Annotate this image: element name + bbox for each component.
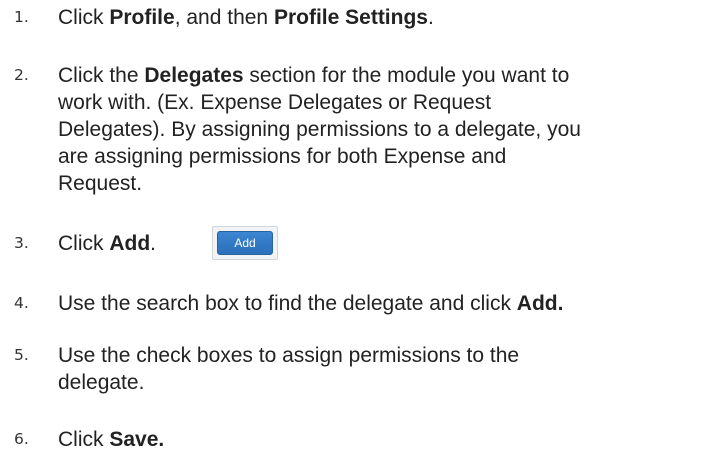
step-number: 6. [14,430,29,448]
add-term: Add [109,232,151,255]
add-button-label: Add [217,231,273,255]
profile-settings-term: Profile Settings [273,6,428,29]
step-text: Click Add. [58,232,157,255]
step-text: Use the search box to find the delegate … [58,292,564,315]
profile-term: Profile [109,6,175,29]
step-6: 6. Click Save. [0,426,712,456]
step-text: Click Save. [58,428,165,451]
step-3: 3. Click Add. Add [0,226,712,266]
step-number: 2. [14,66,29,84]
step-4: 4. Use the search box to find the delega… [0,290,712,320]
step-number: 1. [14,8,29,26]
step-number: 4. [14,294,29,312]
step-number: 5. [14,346,29,364]
step-5: 5. Use the check boxes to assign permiss… [0,342,712,398]
save-term: Save. [109,428,165,451]
step-text: Use the check boxes to assign permission… [58,344,520,394]
add-button-illustration: Add [212,226,278,260]
add-term: Add. [516,292,564,315]
delegates-term: Delegates [144,64,244,87]
step-1: 1. Click Profile, and then Profile Setti… [0,4,712,34]
step-text: Click the Delegates section for the modu… [58,64,581,195]
step-text: Click Profile, and then Profile Settings… [58,6,434,29]
step-2: 2. Click the Delegates section for the m… [0,62,712,202]
step-number: 3. [14,234,29,252]
